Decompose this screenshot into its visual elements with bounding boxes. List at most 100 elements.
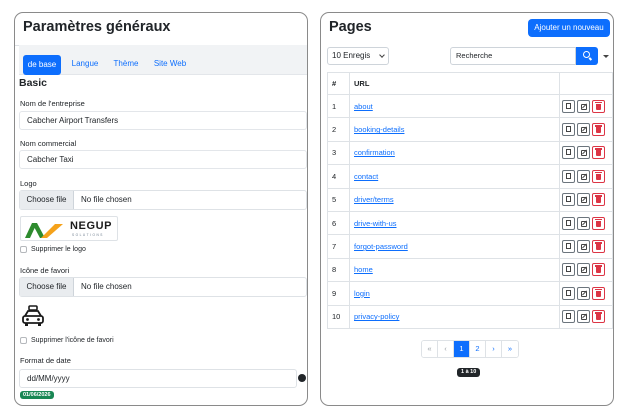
- company-name-input[interactable]: Cabcher Airport Transfers: [19, 111, 307, 130]
- delete-favicon-label: Supprimer l'icône de favori: [31, 337, 114, 344]
- row-number: 8: [327, 257, 350, 283]
- edit-icon: [581, 267, 587, 274]
- copy-icon: [564, 313, 571, 324]
- table-row: 2 booking-details: [327, 117, 613, 142]
- table-row: 7 forgot-password: [327, 234, 613, 259]
- delete-button[interactable]: [592, 286, 605, 300]
- delete-button[interactable]: [592, 263, 605, 277]
- copy-button[interactable]: [562, 240, 575, 254]
- logo-file-input[interactable]: Choose file No file chosen: [19, 190, 307, 210]
- delete-button[interactable]: [592, 169, 605, 183]
- calendar-icon[interactable]: [298, 374, 306, 382]
- delete-logo-row[interactable]: Supprimer le logo: [20, 246, 86, 253]
- delete-logo-checkbox[interactable]: [20, 246, 27, 253]
- row-url-link[interactable]: booking-details: [354, 125, 404, 134]
- row-actions-group: [562, 216, 610, 230]
- trash-icon: [595, 171, 602, 180]
- row-actions-group: [562, 99, 610, 113]
- add-new-button[interactable]: Ajouter un nouveau: [528, 19, 610, 37]
- row-url-link[interactable]: home: [354, 265, 373, 274]
- row-url-link[interactable]: about: [354, 102, 373, 111]
- delete-favicon-row[interactable]: Supprimer l'icône de favori: [20, 337, 114, 344]
- row-url-link[interactable]: forgot-password: [354, 242, 408, 251]
- row-url-link[interactable]: confirmation: [354, 148, 395, 157]
- table-row: 5 driver/terms: [327, 187, 613, 212]
- table-header-row: # URL: [327, 72, 613, 95]
- row-number: 4: [327, 164, 350, 189]
- delete-button[interactable]: [592, 193, 605, 207]
- page-2-button[interactable]: 2: [470, 341, 486, 357]
- delete-button[interactable]: [592, 146, 605, 160]
- copy-icon: [564, 172, 571, 183]
- copy-button[interactable]: [562, 193, 575, 207]
- edit-button[interactable]: [577, 263, 590, 277]
- delete-favicon-checkbox[interactable]: [20, 337, 27, 344]
- row-url-link[interactable]: login: [354, 289, 370, 298]
- copy-button[interactable]: [562, 286, 575, 300]
- copy-button[interactable]: [562, 216, 575, 230]
- page-next-button[interactable]: ›: [486, 341, 502, 357]
- edit-button[interactable]: [577, 123, 590, 137]
- edit-icon: [581, 173, 587, 180]
- copy-button[interactable]: [562, 169, 575, 183]
- date-format-input[interactable]: dd/MM/yyyy: [19, 369, 297, 388]
- copy-icon: [564, 196, 571, 207]
- page-first-button[interactable]: «: [422, 341, 438, 357]
- logo-choose-file-button[interactable]: Choose file: [20, 191, 74, 209]
- row-url-cell: confirmation: [349, 140, 560, 166]
- page-1-button[interactable]: 1: [454, 341, 470, 357]
- favicon-no-file-text: No file chosen: [81, 282, 132, 291]
- row-url-link[interactable]: drive-with-us: [354, 219, 397, 228]
- row-url-link[interactable]: contact: [354, 172, 378, 181]
- favicon-choose-file-button[interactable]: Choose file: [20, 278, 74, 296]
- delete-button[interactable]: [592, 216, 605, 230]
- delete-button[interactable]: [592, 310, 605, 324]
- tab-language[interactable]: Langue: [67, 54, 103, 74]
- row-url-link[interactable]: driver/terms: [354, 195, 394, 204]
- row-url-cell: home: [349, 257, 560, 283]
- delete-button[interactable]: [592, 99, 605, 113]
- copy-button[interactable]: [562, 146, 575, 160]
- row-actions: [559, 117, 613, 142]
- copy-button[interactable]: [562, 310, 575, 324]
- edit-button[interactable]: [577, 310, 590, 324]
- date-preview-badge: 01/06/2026: [20, 391, 54, 399]
- favicon-file-input[interactable]: Choose file No file chosen: [19, 277, 307, 297]
- copy-button[interactable]: [562, 123, 575, 137]
- edit-button[interactable]: [577, 169, 590, 183]
- row-number: 5: [327, 187, 350, 212]
- search-input[interactable]: Recherche: [450, 47, 576, 65]
- edit-button[interactable]: [577, 146, 590, 160]
- tab-theme[interactable]: Thème: [110, 54, 142, 74]
- search-options-caret-icon[interactable]: [603, 55, 609, 58]
- row-actions-group: [562, 240, 610, 254]
- tab-basic[interactable]: de base: [23, 55, 61, 75]
- edit-button[interactable]: [577, 193, 590, 207]
- page-prev-button[interactable]: ‹: [438, 341, 454, 357]
- delete-button[interactable]: [592, 123, 605, 137]
- search-button[interactable]: [576, 47, 598, 65]
- row-number: 6: [327, 210, 350, 236]
- taxi-icon: [22, 305, 44, 326]
- table-row: 3 confirmation: [327, 140, 613, 166]
- copy-button[interactable]: [562, 263, 575, 277]
- edit-button[interactable]: [577, 216, 590, 230]
- table-body: 1 about 2 booking-details 3 confirmation 4 cont…: [327, 93, 613, 329]
- tab-website[interactable]: Site Web: [150, 54, 190, 74]
- edit-button[interactable]: [577, 286, 590, 300]
- row-actions: [559, 140, 613, 166]
- pages-card: Pages Ajouter un nouveau 10 Enregis Rech…: [320, 12, 614, 406]
- edit-icon: [581, 244, 587, 251]
- edit-icon: [581, 127, 587, 134]
- edit-button[interactable]: [577, 99, 590, 113]
- page-length-select[interactable]: 10 Enregis: [327, 47, 389, 65]
- section-title: Basic: [19, 77, 48, 89]
- edit-button[interactable]: [577, 240, 590, 254]
- copy-icon: [564, 219, 571, 230]
- copy-button[interactable]: [562, 99, 575, 113]
- delete-button[interactable]: [592, 240, 605, 254]
- trade-name-input[interactable]: Cabcher Taxi: [19, 150, 307, 169]
- row-url-link[interactable]: privacy-policy: [354, 312, 399, 321]
- row-actions: [559, 257, 613, 283]
- page-last-button[interactable]: »: [502, 341, 518, 357]
